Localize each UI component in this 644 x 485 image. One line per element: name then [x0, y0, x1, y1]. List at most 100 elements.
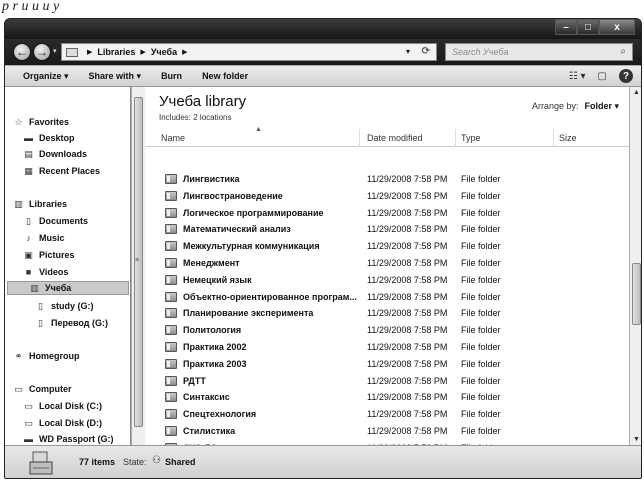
file-row[interactable]: Стилистика 11/29/2008 7:58 PM File folder — [145, 423, 629, 440]
file-row[interactable]: Практика 2003 11/29/2008 7:58 PM File fold… — [145, 356, 629, 373]
column-header-type[interactable]: Type — [461, 133, 481, 143]
chevron-right-icon: ▶ — [87, 49, 93, 56]
arrange-by: Arrange by: Folder ▾ — [532, 101, 619, 112]
address-bar[interactable]: ▶ Libraries ▶ Учеба ▶ ▾ ⟳ — [61, 43, 437, 61]
nav-favorites[interactable]: ☆ Favorites — [13, 115, 69, 129]
content-scrollbar[interactable]: ▲ ▼ — [629, 87, 641, 445]
file-row[interactable]: Спецтехнология 11/29/2008 7:58 PM File fol… — [145, 406, 629, 423]
file-row[interactable]: Логическое программирование 11/29/2008 7:… — [145, 205, 629, 222]
nav-local-disk-d[interactable]: ▭ Local Disk (D:) — [23, 416, 102, 430]
nav-study[interactable]: ▯ study (G:) — [35, 299, 93, 313]
share-with-button[interactable]: Share with ▾ — [89, 71, 142, 82]
content-pane: Учеба library Includes: 2 locations Arra… — [145, 87, 629, 445]
file-name: Объектно-ориентированное програм... — [183, 291, 357, 302]
help-icon[interactable]: ? — [619, 69, 633, 83]
file-row[interactable]: Синтаксис 11/29/2008 7:58 PM File folder — [145, 389, 629, 406]
nav-ucheba[interactable]: ▥ Учеба — [7, 281, 129, 295]
file-row[interactable]: Политология 11/29/2008 7:58 PM File folder — [145, 322, 629, 339]
file-row[interactable]: Межкультурная коммуникация 11/29/2008 7:5… — [145, 238, 629, 255]
preview-pane-icon[interactable]: ▢ — [598, 71, 607, 82]
search-input[interactable]: Search Учеба ⌕ — [445, 43, 633, 61]
file-name: Межкультурная коммуникация — [183, 241, 320, 252]
file-row[interactable]: Практика 2002 11/29/2008 7:58 PM File fold… — [145, 339, 629, 356]
nav-videos[interactable]: ■ Videos — [23, 265, 69, 279]
file-name: Менеджмент — [183, 258, 240, 268]
file-row[interactable]: Немецкий язык 11/29/2008 7:58 PM File fold… — [145, 272, 629, 289]
nav-documents[interactable]: ▯ Documents — [23, 214, 88, 228]
forward-button[interactable]: → — [33, 43, 51, 61]
column-header-size[interactable]: Size — [559, 133, 577, 143]
nav-wd-passport[interactable]: ▬ WD Passport (G:) — [23, 432, 114, 445]
nav-local-disk-c[interactable]: ▭ Local Disk (C:) — [23, 399, 102, 413]
file-date: 11/29/2008 7:58 PM — [367, 342, 448, 352]
breadcrumb-libraries[interactable]: Libraries — [97, 47, 135, 57]
file-date: 11/29/2008 7:58 PM — [367, 358, 448, 369]
column-header-name[interactable]: Name — [161, 133, 185, 143]
refresh-icon[interactable]: ⟳ — [422, 46, 430, 57]
breadcrumb-ucheba[interactable]: Учеба — [151, 47, 177, 57]
column-divider[interactable] — [359, 129, 360, 147]
recent-pages-dropdown[interactable]: ▾ — [53, 47, 57, 55]
file-row[interactable]: Лингвострановедение 11/29/2008 7:58 PM Fil… — [145, 188, 629, 205]
nav-label: Videos — [39, 267, 69, 277]
new-folder-button[interactable]: New folder — [202, 71, 248, 81]
nav-downloads[interactable]: ▤ Downloads — [23, 147, 87, 161]
file-row[interactable]: РДТТ 11/29/2008 7:58 PM File folder — [145, 373, 629, 390]
nav-desktop[interactable]: ▬ Desktop — [23, 131, 75, 145]
file-row[interactable]: Лингвистика 11/29/2008 7:58 PM File folder — [145, 171, 629, 188]
file-name: Планирование эксперимента — [183, 308, 314, 319]
scroll-up-icon[interactable]: ▲ — [633, 89, 640, 96]
file-name: Политология — [183, 325, 242, 336]
file-date: 11/29/2008 7:58 PM — [367, 392, 448, 403]
nav-homegroup[interactable]: ⚭ Homegroup — [13, 349, 80, 363]
file-name: Практика 2003 — [183, 358, 247, 369]
system-drive-icon: ▭ — [24, 400, 33, 411]
maximize-button[interactable]: □ — [577, 19, 599, 35]
address-dropdown-icon[interactable]: ▾ — [406, 47, 410, 56]
folder-icon: ▯ — [38, 317, 43, 328]
column-divider[interactable] — [553, 129, 554, 147]
file-type: File folder — [461, 375, 501, 386]
minimize-button[interactable]: – — [555, 19, 577, 35]
file-type: File folder — [461, 426, 501, 436]
nav-computer[interactable]: ▭ Computer — [13, 382, 71, 396]
file-name: Синтаксис — [183, 392, 230, 403]
folder-icon — [165, 190, 177, 201]
file-date: 11/29/2008 7:58 PM — [367, 241, 448, 252]
column-divider[interactable] — [455, 129, 456, 147]
details-pane: 77 items State: ⚇ Shared — [5, 445, 641, 478]
search-icon[interactable]: ⌕ — [620, 46, 626, 57]
desktop-icon: ▬ — [24, 133, 33, 143]
content-scroll-thumb[interactable] — [632, 263, 641, 325]
file-type: File folder — [461, 342, 501, 352]
file-type: File folder — [461, 258, 501, 268]
address-row: ← → ▾ ▶ Libraries ▶ Учеба ▶ ▾ ⟳ Search У… — [5, 39, 641, 65]
organize-button[interactable]: Organize ▾ — [23, 71, 69, 82]
navigation-scrollbar[interactable]: ≡ — [131, 87, 145, 445]
close-button[interactable]: x — [599, 19, 635, 35]
file-type: File folder — [461, 241, 501, 252]
document-icon: ▯ — [26, 215, 31, 226]
scroll-down-icon[interactable]: ▼ — [633, 436, 640, 443]
nav-music[interactable]: ♪ Music — [23, 231, 64, 245]
arrange-by-dropdown[interactable]: Folder ▾ — [584, 101, 619, 111]
file-row[interactable]: Математический анализ 11/29/2008 7:58 PM F… — [145, 221, 629, 238]
nav-label: Downloads — [39, 149, 88, 159]
back-button[interactable]: ← — [13, 43, 31, 61]
nav-libraries[interactable]: ▥ Libraries — [13, 197, 67, 211]
change-view-icon[interactable]: ☷ ▾ — [569, 71, 586, 82]
nav-pictures[interactable]: ▣ Pictures — [23, 248, 74, 262]
column-headers: ▲ Name Date modified Type Size — [145, 126, 629, 147]
nav-perevod[interactable]: ▯ Перевод (G:) — [35, 316, 108, 330]
burn-button[interactable]: Burn — [161, 71, 182, 81]
maximize-icon: □ — [584, 21, 592, 33]
file-row[interactable]: Планирование эксперимента 11/29/2008 7:58… — [145, 305, 629, 322]
library-title: Учеба library — [159, 93, 247, 110]
drive-icon: ▭ — [24, 417, 33, 428]
file-row[interactable]: Объектно-ориентированное програм... 11/29… — [145, 289, 629, 306]
column-header-date[interactable]: Date modified — [367, 133, 423, 143]
library-includes-link[interactable]: Includes: 2 locations — [159, 113, 232, 122]
nav-recent-places[interactable]: ▦ Recent Places — [23, 164, 100, 178]
file-type: File folder — [461, 224, 501, 235]
file-row[interactable]: Менеджмент 11/29/2008 7:58 PM File folder — [145, 255, 629, 272]
